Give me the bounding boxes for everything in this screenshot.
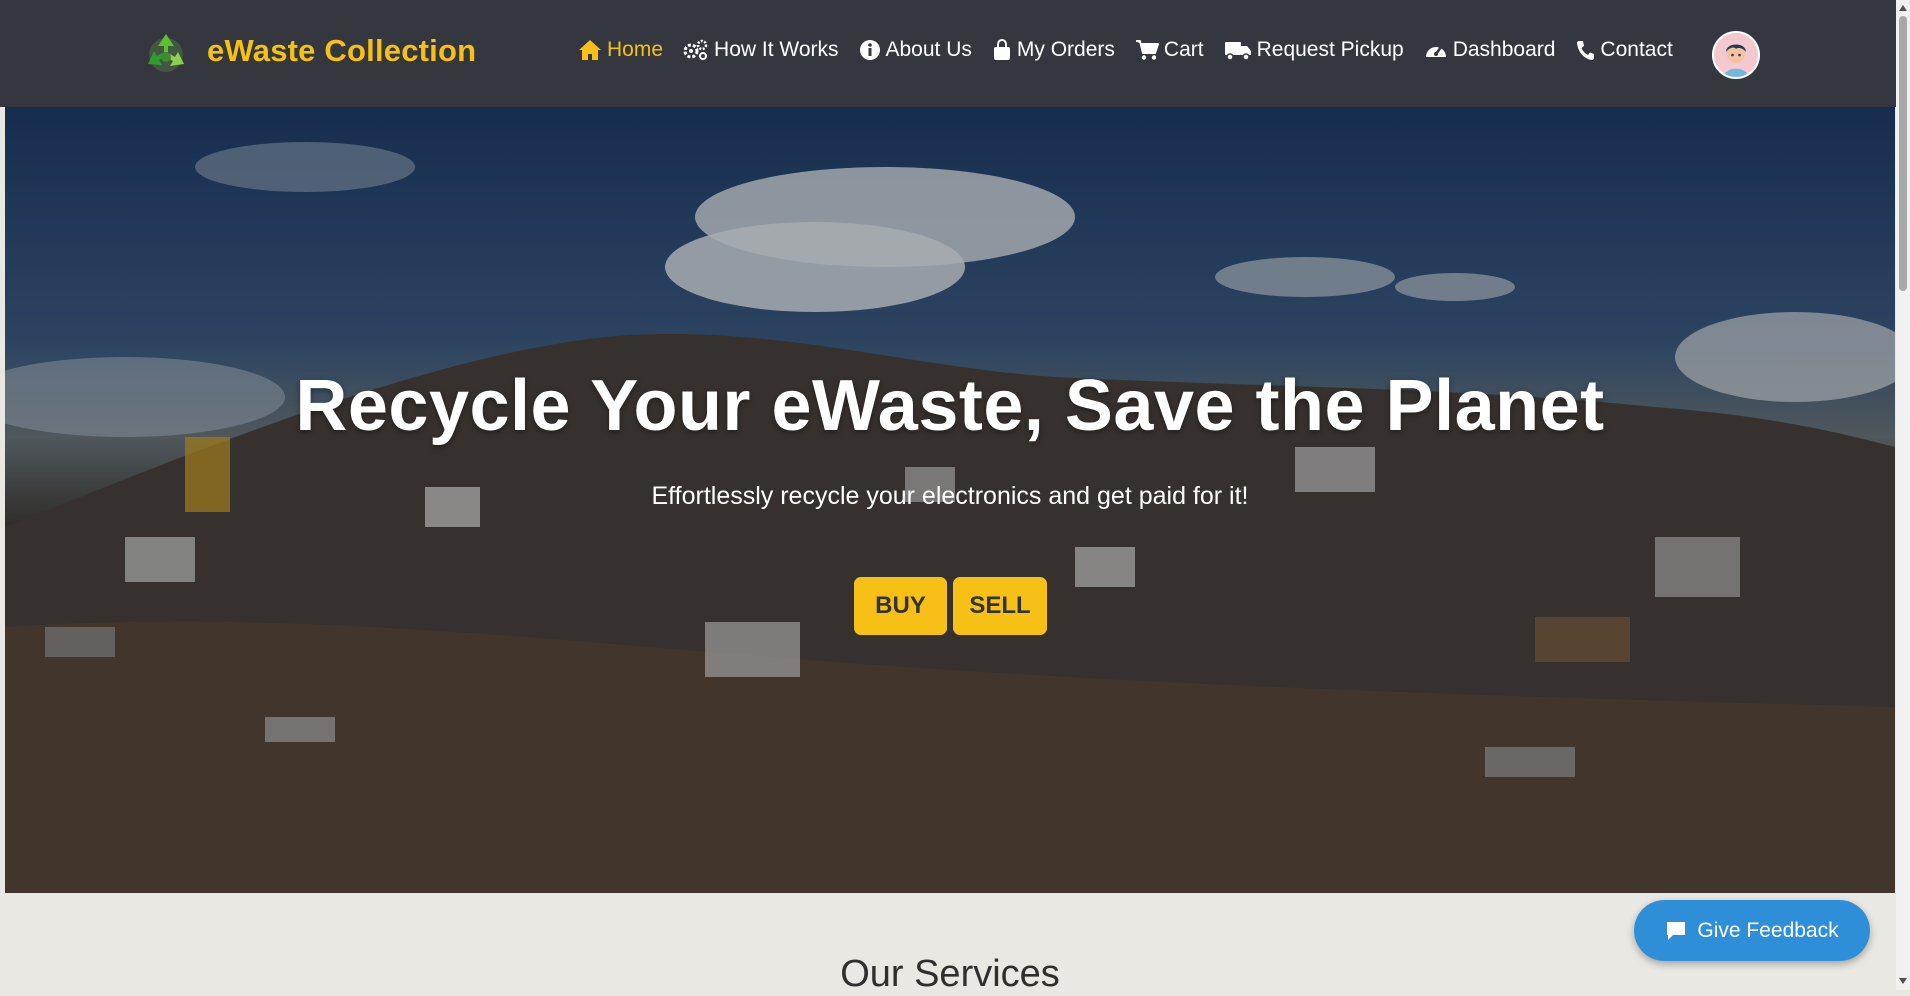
cart-icon — [1135, 40, 1159, 60]
nav-label-request-pickup: Request Pickup — [1256, 38, 1404, 61]
gauge-icon — [1425, 46, 1446, 57]
page-frame: eWaste Collection Home How It Works Abou… — [0, 0, 1896, 995]
shopping-bag-icon — [993, 39, 1010, 60]
phone-icon — [1577, 41, 1595, 60]
nav-label-contact: Contact — [1600, 38, 1673, 61]
vertical-scrollbar[interactable] — [1896, 0, 1910, 990]
main-nav: Home How It Works About Us My Orders Car… — [578, 38, 1693, 62]
navbar: eWaste Collection Home How It Works Abou… — [0, 0, 1896, 107]
sell-button[interactable]: SELL — [953, 577, 1047, 635]
nav-label-how-it-works: How It Works — [714, 38, 839, 61]
nav-label-cart: Cart — [1163, 38, 1204, 61]
scroll-up-arrow-icon[interactable] — [1899, 5, 1907, 11]
nav-item-cart[interactable]: Cart — [1135, 38, 1204, 62]
nav-label-my-orders: My Orders — [1016, 38, 1115, 61]
scrollbar-thumb[interactable] — [1899, 16, 1907, 291]
nav-item-request-pickup[interactable]: Request Pickup — [1224, 38, 1404, 62]
scroll-down-arrow-icon[interactable] — [1899, 978, 1907, 984]
recycle-icon[interactable] — [140, 28, 192, 80]
user-avatar-icon — [1714, 33, 1758, 77]
hero-buttons: BUY SELL — [854, 577, 1047, 635]
nav-label-dashboard: Dashboard — [1452, 38, 1556, 61]
brand-name[interactable]: eWaste Collection — [207, 33, 476, 69]
nav-item-home[interactable]: Home — [578, 38, 663, 62]
give-feedback-button[interactable]: Give Feedback — [1634, 900, 1870, 961]
home-icon — [579, 40, 601, 60]
nav-item-how-it-works[interactable]: How It Works — [683, 38, 839, 62]
gears-icon — [683, 39, 708, 60]
info-icon — [859, 40, 880, 60]
avatar[interactable] — [1712, 31, 1760, 79]
chat-icon — [1667, 921, 1686, 940]
nav-item-contact[interactable]: Contact — [1575, 38, 1673, 62]
give-feedback-label: Give Feedback — [1697, 918, 1839, 942]
nav-label-about-us: About Us — [885, 38, 972, 61]
buy-button[interactable]: BUY — [854, 577, 947, 635]
hero-title: Recycle Your eWaste, Save the Planet — [295, 366, 1605, 446]
truck-icon — [1224, 42, 1251, 61]
nav-item-dashboard[interactable]: Dashboard — [1424, 38, 1556, 62]
hero-subtitle: Effortlessly recycle your electronics an… — [651, 482, 1249, 510]
hero-section: Recycle Your eWaste, Save the Planet Eff… — [5, 107, 1895, 893]
nav-item-about-us[interactable]: About Us — [859, 38, 972, 62]
nav-item-my-orders[interactable]: My Orders — [992, 38, 1115, 62]
services-section: Our Services — [5, 893, 1895, 995]
nav-label-home: Home — [607, 38, 664, 61]
